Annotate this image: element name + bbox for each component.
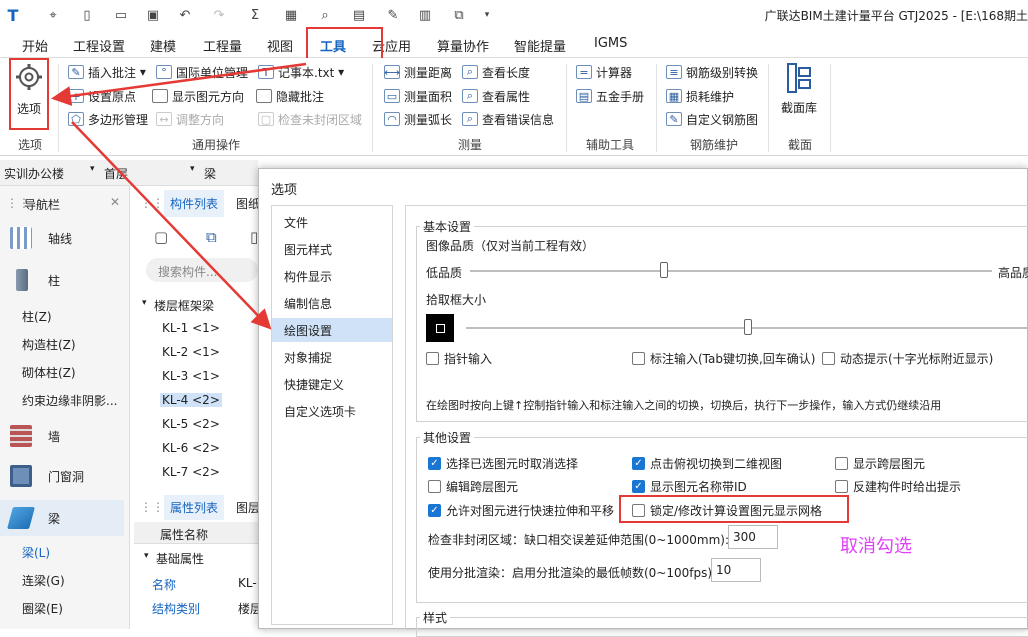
arrow-to-options (51, 62, 307, 106)
annotation-arrows (51, 62, 307, 330)
arrow-to-drawing-settings (71, 121, 272, 330)
